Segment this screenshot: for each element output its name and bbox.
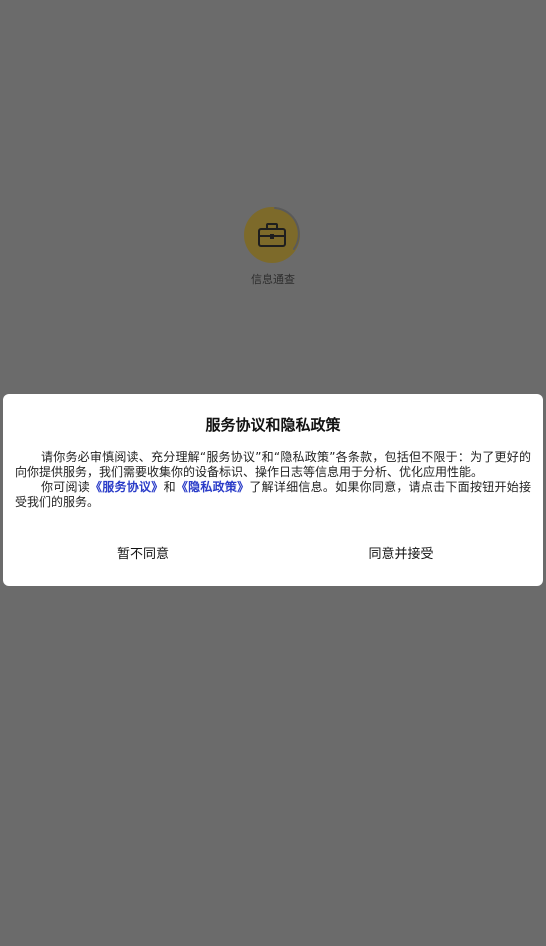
agree-button[interactable]: 同意并接受 xyxy=(341,544,461,566)
briefcase-icon xyxy=(258,223,286,247)
dialog-title: 服务协议和隐私政策 xyxy=(205,416,341,434)
dialog-paragraph-1: 请你务必审慎阅读、充分理解“服务协议”和“隐私政策”各条款，包括但不限于：为了更… xyxy=(15,450,531,479)
app-icon xyxy=(244,207,302,265)
app-name: 信息通查 xyxy=(251,273,295,286)
service-agreement-link[interactable]: 《服务协议》 xyxy=(90,480,164,494)
paragraph-2-prefix: 你可阅读 xyxy=(41,480,91,494)
disagree-button[interactable]: 暂不同意 xyxy=(83,544,203,566)
privacy-policy-link[interactable]: 《隐私政策》 xyxy=(176,480,250,494)
privacy-dialog: 服务协议和隐私政策 请你务必审慎阅读、充分理解“服务协议”和“隐私政策”各条款，… xyxy=(3,394,543,586)
app-screen: { "app": { "name": "信息通查", "icon": "brie… xyxy=(0,0,546,946)
dialog-body: 请你务必审慎阅读、充分理解“服务协议”和“隐私政策”各条款，包括但不限于：为了更… xyxy=(15,450,531,510)
dialog-paragraph-2: 你可阅读《服务协议》和《隐私政策》了解详细信息。如果你同意，请点击下面按钮开始接… xyxy=(15,480,531,510)
paragraph-2-and: 和 xyxy=(163,480,176,494)
